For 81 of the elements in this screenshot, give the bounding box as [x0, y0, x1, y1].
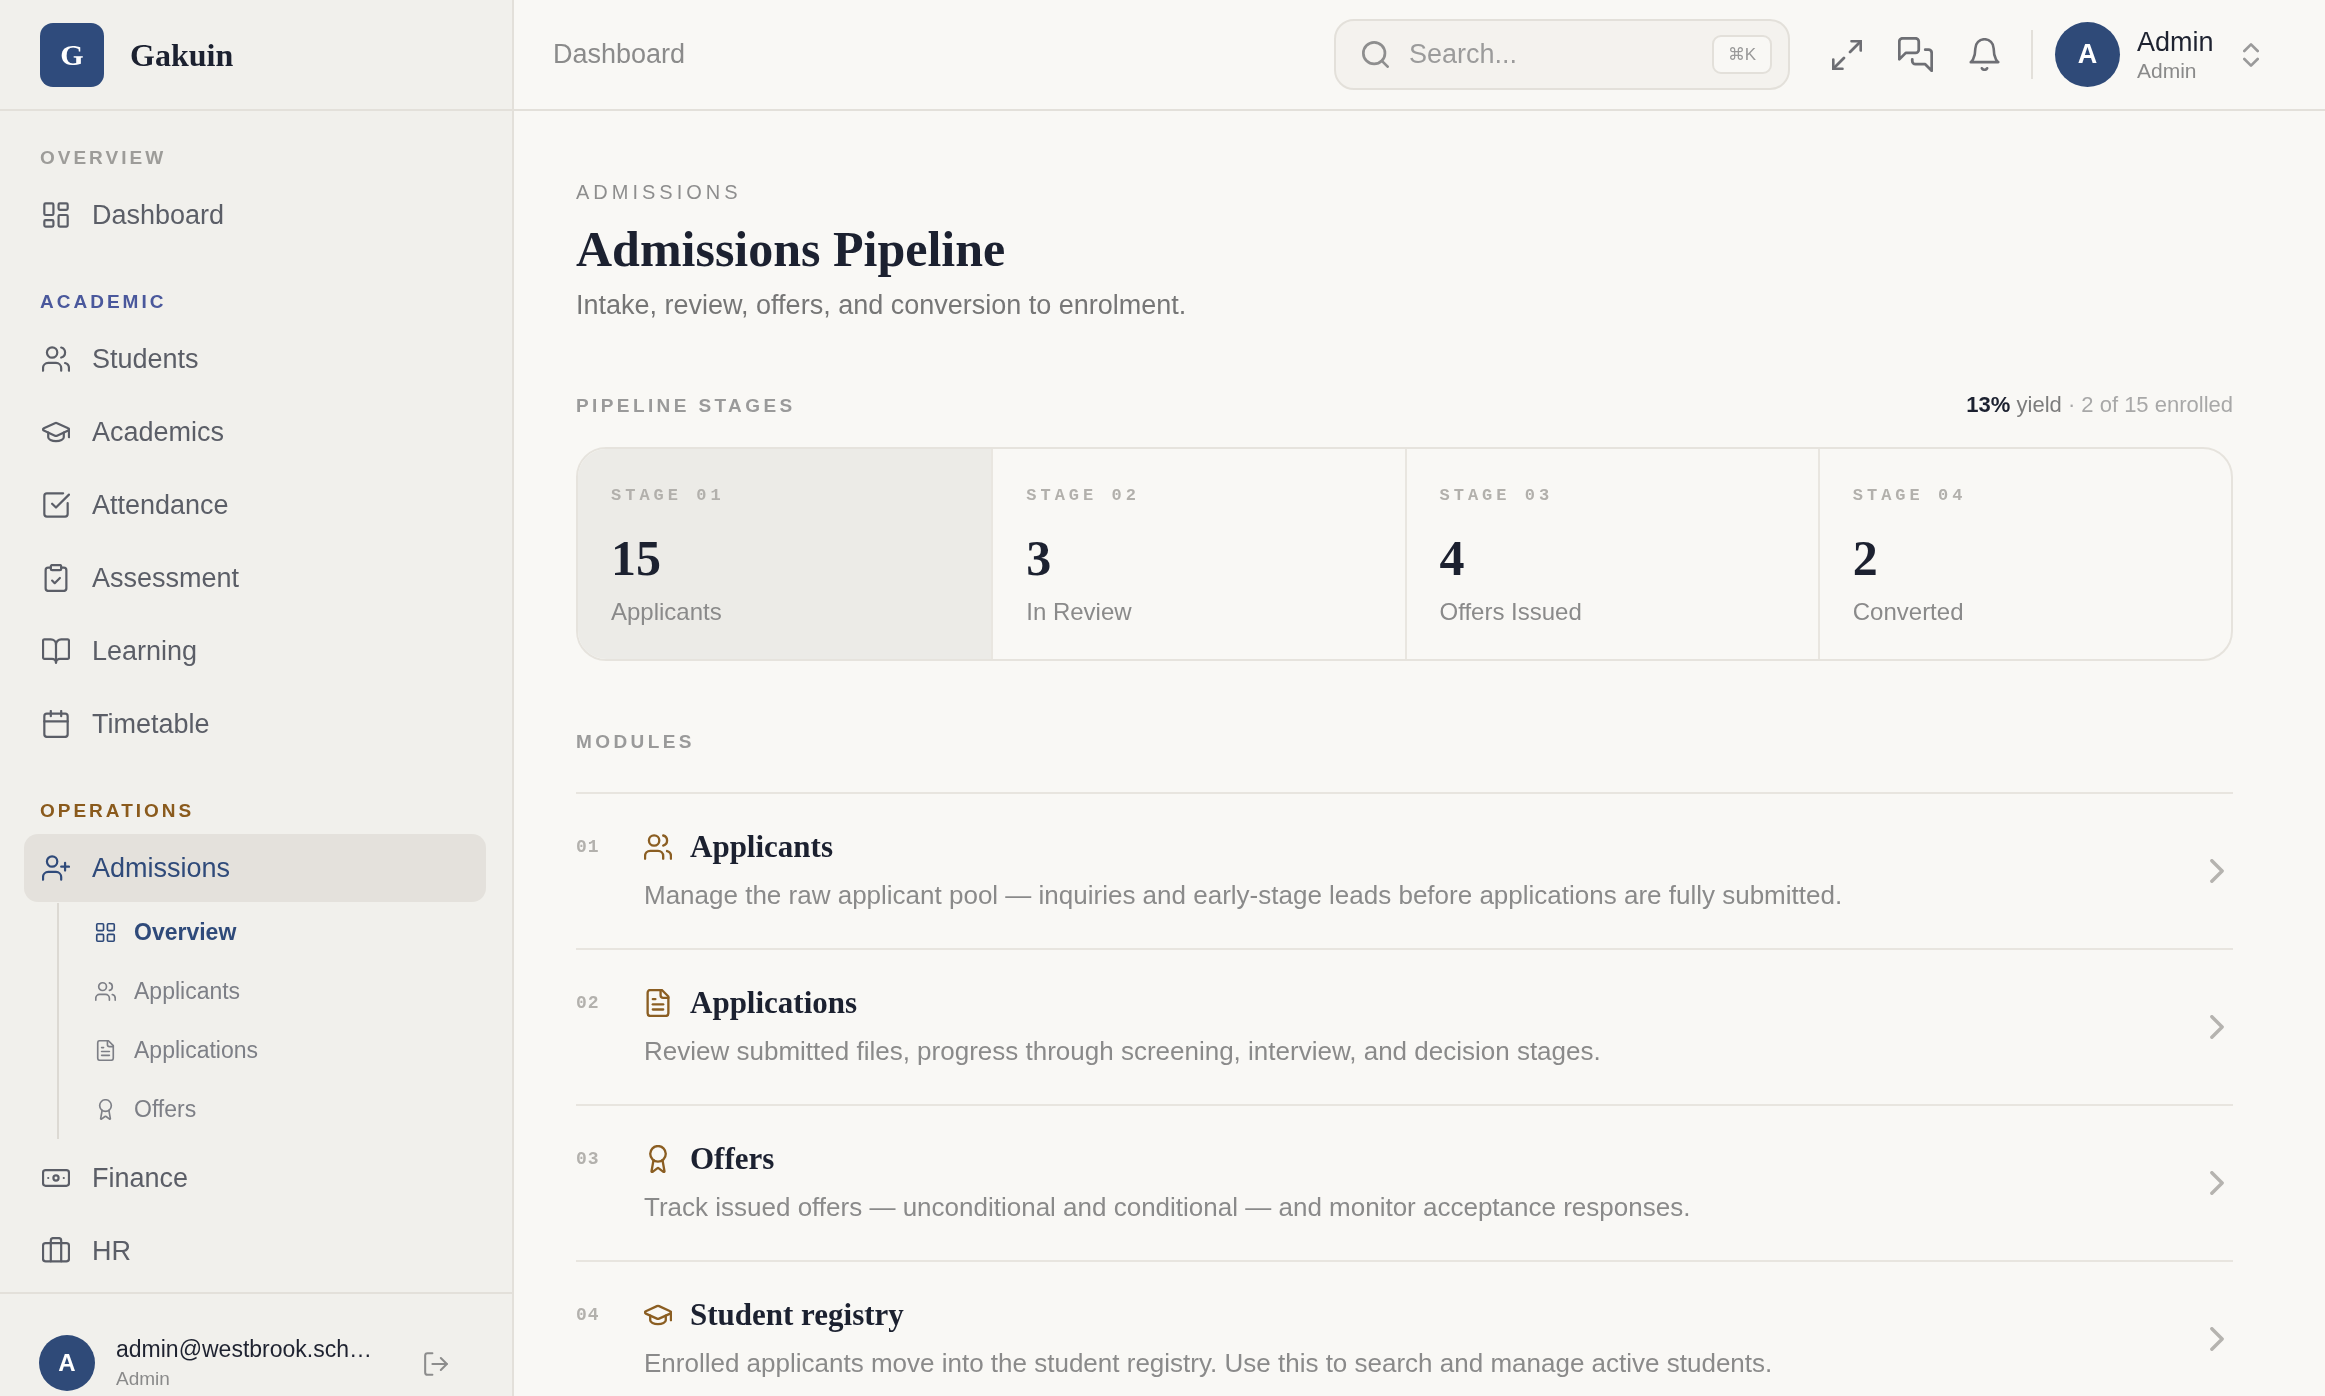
breadcrumb: Dashboard — [553, 39, 686, 70]
module-title[interactable]: Offers — [690, 1140, 775, 1178]
chevron-right-icon — [2210, 1171, 2224, 1195]
chat-icon[interactable] — [1898, 37, 1933, 72]
stage-label: STAGE 01 — [611, 486, 725, 506]
module-description: Manage the raw applicant pool — inquiries and early-stage leads before applications are fully submitted. — [644, 879, 1843, 912]
nav-item[interactable]: Finance — [24, 1144, 486, 1212]
users-icon — [95, 981, 116, 1002]
account-role: Admin — [116, 1368, 170, 1390]
stage-label: STAGE 02 — [1026, 486, 1140, 506]
chevron-right-icon — [2210, 1327, 2224, 1351]
checkbox-icon — [42, 491, 70, 519]
section-label: OVERVIEW — [39, 148, 167, 168]
stage-name: Applicants — [611, 597, 722, 627]
stage-label: STAGE 04 — [1852, 486, 1967, 506]
sub-nav-item[interactable]: Offers — [59, 1080, 486, 1139]
user-role: Admin — [2137, 57, 2197, 83]
module-title[interactable]: Student registry — [690, 1296, 904, 1334]
nav-item[interactable]: Academics — [24, 398, 486, 466]
stage-count: 2 — [1852, 530, 1878, 586]
search-icon — [1362, 41, 1389, 68]
nav-item[interactable]: Timetable — [24, 690, 486, 758]
clipboard-check-icon — [42, 564, 70, 592]
module-number: 04 — [576, 1304, 601, 1327]
open-book-icon — [42, 637, 70, 665]
document-icon — [95, 1040, 116, 1061]
stage-count: 3 — [1026, 530, 1052, 586]
sub-nav-item[interactable]: Applicants — [59, 962, 486, 1021]
expand-icon[interactable] — [1832, 39, 1862, 70]
nav-item[interactable]: Assessment — [24, 544, 486, 612]
stage-name: Offers Issued — [1439, 597, 1582, 627]
logout-icon[interactable] — [423, 1351, 449, 1377]
stage-name: In Review — [1026, 597, 1132, 627]
module-title[interactable]: Applications — [690, 984, 858, 1022]
nav-item[interactable]: Attendance — [24, 471, 486, 539]
stage-count: 4 — [1439, 530, 1465, 586]
sub-nav-item[interactable]: Applications — [59, 1021, 486, 1080]
chevron-right-icon — [2210, 1015, 2224, 1039]
document-icon — [644, 989, 672, 1017]
briefcase-icon — [42, 1237, 70, 1265]
module-description: Track issued offers — unconditional and conditional — and monitor acceptance responses. — [644, 1191, 1691, 1224]
enrolled-summary: · 2 of 15 enrolled — [2067, 392, 2233, 417]
chevrons-up-down-icon[interactable] — [2243, 41, 2259, 68]
user-avatar: A — [2055, 22, 2120, 87]
module-number: 02 — [576, 992, 601, 1015]
section-label: PIPELINE STAGES — [576, 395, 796, 417]
yield-summary: 13% yield — [1966, 392, 2062, 417]
module-description: Review submitted files, progress through screening, interview, and decision stages. — [644, 1035, 1601, 1068]
module-title[interactable]: Applicants — [690, 828, 833, 866]
calendar-icon — [42, 710, 70, 738]
nav-item[interactable]: Students — [24, 325, 486, 393]
layout-grid-icon — [42, 201, 70, 229]
nav-item[interactable]: Dashboard — [24, 181, 486, 249]
grid-icon — [95, 922, 116, 943]
bell-icon[interactable] — [1968, 38, 2001, 71]
users-icon — [644, 833, 672, 861]
stage-label: STAGE 03 — [1439, 486, 1554, 506]
stage-count: 15 — [611, 530, 661, 586]
logo-badge: G — [40, 22, 104, 87]
account-email: admin@westbrook.sch… — [116, 1335, 372, 1363]
section-label: OPERATIONS — [39, 801, 195, 821]
module-number: 01 — [576, 836, 601, 859]
sub-nav-item[interactable]: Overview — [59, 903, 486, 962]
module-description: Enrolled applicants move into the student registry. Use this to search and manage active students. — [644, 1347, 1773, 1380]
page-subtitle: Intake, review, offers, and conversion to enrolment. — [576, 289, 1187, 322]
user-plus-icon — [42, 854, 70, 882]
chevron-right-icon — [2210, 859, 2224, 883]
nav-item[interactable]: Learning — [24, 617, 486, 685]
users-icon — [42, 345, 70, 373]
section-label: ACADEMIC — [39, 292, 167, 312]
account-avatar: A — [39, 1335, 95, 1391]
section-label: MODULES — [576, 731, 695, 752]
module-number: 03 — [576, 1148, 601, 1171]
brand-name: Gakuin — [130, 35, 234, 75]
shortcut-hint: ⌘K — [1712, 35, 1772, 74]
nav-item[interactable]: HR — [24, 1217, 486, 1285]
stage-name: Converted — [1852, 597, 1964, 627]
user-name: Admin — [2137, 26, 2214, 58]
page-title: Admissions Pipeline — [576, 220, 1006, 279]
page-eyebrow: ADMISSIONS — [576, 181, 742, 203]
nav-item[interactable]: Admissions — [24, 834, 486, 902]
